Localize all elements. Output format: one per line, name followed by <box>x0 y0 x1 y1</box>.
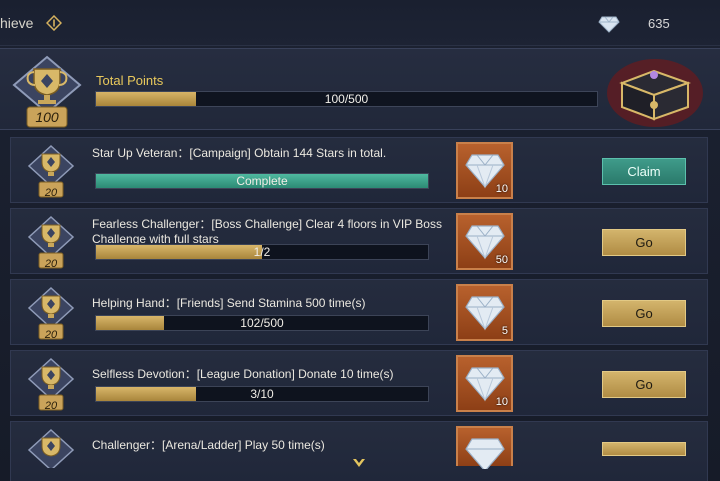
achievement-row: 20 Helping Hand：[Friends] Send Stamina 5… <box>10 279 708 345</box>
achievement-row: 20 Star Up Veteran：[Campaign] Obtain 144… <box>10 137 708 203</box>
badge-value: 20 <box>44 329 58 341</box>
achievement-progress-bar: 3/10 <box>95 386 429 402</box>
reward-quantity: 10 <box>495 396 508 408</box>
go-button[interactable]: Go <box>602 442 686 456</box>
go-button[interactable]: Go <box>602 371 686 398</box>
go-button[interactable]: Go <box>602 300 686 327</box>
progress-text: 1/2 <box>253 245 271 259</box>
total-badge-value: 100 <box>35 109 59 125</box>
diamond-reward-icon <box>465 438 505 469</box>
total-points-label: Total Points <box>96 73 164 88</box>
total-points-panel: 100 Total Points 100/500 <box>0 48 720 130</box>
trophy-badge-icon <box>27 428 75 468</box>
achievement-row: 20 Fearless Challenger：[Boss Challenge] … <box>10 208 708 274</box>
achievement-progress-bar: 1/2 <box>95 244 429 260</box>
claim-button[interactable]: Claim <box>602 158 686 185</box>
achievement-progress-bar: 102/500 <box>95 315 429 331</box>
progress-text: 102/500 <box>240 316 284 330</box>
diamond-count: 635 <box>648 16 670 31</box>
reward-slot[interactable]: 50 <box>456 213 513 270</box>
info-icon[interactable] <box>46 15 62 31</box>
reward-slot[interactable]: 10 <box>456 355 513 412</box>
diamond-reward-icon <box>465 296 505 331</box>
total-progress-bar: 100/500 <box>95 91 598 107</box>
progress-text: 3/10 <box>250 387 274 401</box>
badge-value: 20 <box>44 187 58 199</box>
go-button[interactable]: Go <box>602 229 686 256</box>
reward-quantity: 5 <box>501 325 508 337</box>
achievement-title: Fearless Challenger：[Boss Challenge] Cle… <box>92 217 442 246</box>
reward-slot[interactable]: 10 <box>456 142 513 199</box>
reward-slot[interactable]: 5 <box>456 284 513 341</box>
page-title: hieve <box>0 15 34 31</box>
total-progress-text: 100/500 <box>324 92 369 106</box>
badge-value: 20 <box>44 400 58 412</box>
achievement-title: Challenger：[Arena/Ladder] Play 50 time(s… <box>92 438 325 452</box>
scroll-down-arrow-icon[interactable] <box>352 458 366 468</box>
achievement-title: Selfless Devotion：[League Donation] Dona… <box>92 367 394 381</box>
achievement-title: Helping Hand：[Friends] Send Stamina 500 … <box>92 296 366 310</box>
diamond-currency-icon <box>598 16 620 33</box>
progress-text: Complete <box>236 174 288 188</box>
reward-quantity: 50 <box>495 254 508 266</box>
achievement-title: Star Up Veteran：[Campaign] Obtain 144 St… <box>92 146 387 160</box>
badge-value: 20 <box>44 258 58 270</box>
reward-chest-icon[interactable] <box>604 53 706 127</box>
top-bar: hieve 635 <box>0 0 720 46</box>
achievement-progress-bar: Complete <box>95 173 429 189</box>
reward-quantity: 10 <box>495 183 508 195</box>
achievement-row: Challenger：[Arena/Ladder] Play 50 time(s… <box>10 421 708 481</box>
reward-slot[interactable] <box>456 426 513 469</box>
achievement-row: 20 Selfless Devotion：[League Donation] D… <box>10 350 708 416</box>
